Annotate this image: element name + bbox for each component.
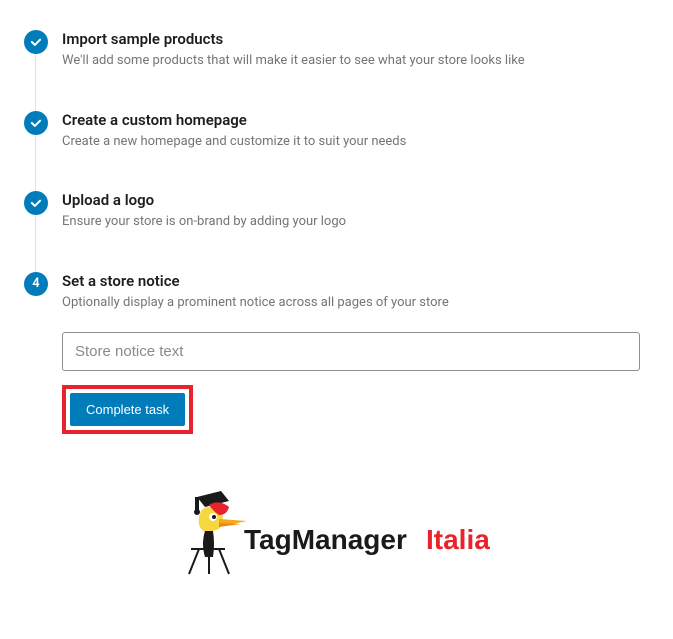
step-title: Set a store notice	[62, 272, 653, 290]
step-desc: We'll add some products that will make i…	[62, 51, 653, 71]
logo-text-italia: Italia	[426, 524, 490, 555]
store-notice-input[interactable]	[62, 332, 640, 371]
step-custom-homepage[interactable]: Create a custom homepage Create a new ho…	[24, 111, 653, 192]
step-desc: Optionally display a prominent notice ac…	[62, 293, 653, 313]
tagmanageritalia-logo: TagManager Italia	[169, 484, 509, 579]
step-import-products[interactable]: Import sample products We'll add some pr…	[24, 30, 653, 111]
step-title: Import sample products	[62, 30, 653, 48]
step-title: Create a custom homepage	[62, 111, 653, 129]
step-content: Set a store notice Optionally display a …	[62, 272, 653, 435]
step-desc: Ensure your store is on-brand by adding …	[62, 212, 653, 232]
step-content: Create a custom homepage Create a new ho…	[62, 111, 653, 152]
step-title: Upload a logo	[62, 191, 653, 209]
step-number-badge: 4	[24, 272, 48, 296]
highlight-box: Complete task	[62, 385, 193, 434]
step-content: Import sample products We'll add some pr…	[62, 30, 653, 71]
check-icon	[24, 191, 48, 215]
check-icon	[24, 30, 48, 54]
step-store-notice: 4 Set a store notice Optionally display …	[24, 272, 653, 455]
complete-task-button[interactable]: Complete task	[70, 393, 185, 426]
step-content: Upload a logo Ensure your store is on-br…	[62, 191, 653, 232]
setup-steps: Import sample products We'll add some pr…	[24, 30, 653, 454]
check-icon	[24, 111, 48, 135]
step-upload-logo[interactable]: Upload a logo Ensure your store is on-br…	[24, 191, 653, 272]
step-desc: Create a new homepage and customize it t…	[62, 132, 653, 152]
logo-area: TagManager Italia	[24, 484, 653, 583]
step-number: 4	[32, 276, 39, 291]
logo-text-tagmanager: TagManager	[244, 524, 407, 555]
